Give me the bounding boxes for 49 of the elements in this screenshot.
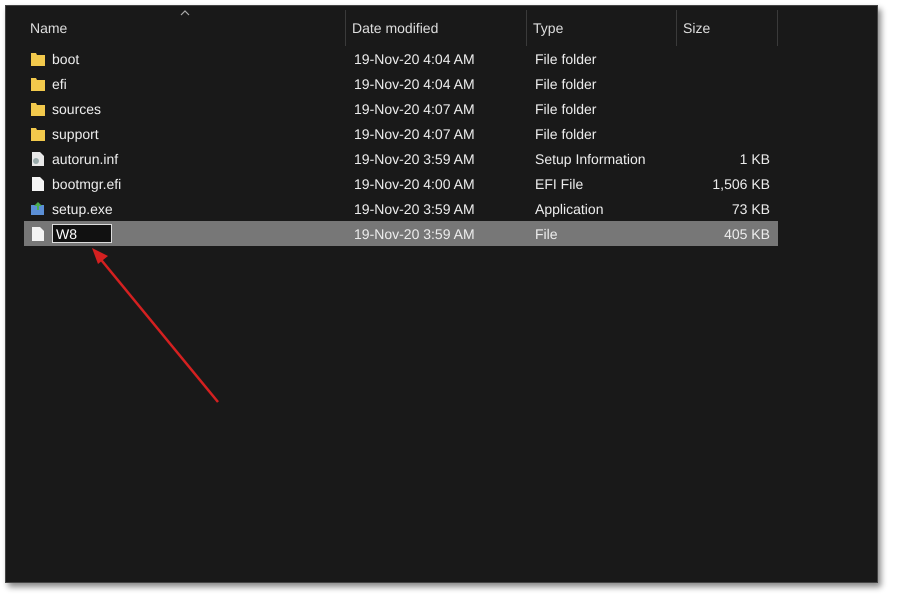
folder-icon — [30, 100, 46, 116]
sort-caret-icon — [180, 10, 190, 16]
file-name: support — [52, 126, 99, 142]
file-name: autorun.inf — [52, 150, 118, 166]
column-header[interactable]: Type — [527, 10, 677, 46]
file-type: File — [535, 226, 558, 242]
date-modified: 19-Nov-20 3:59 AM — [354, 200, 475, 216]
file-row[interactable]: setup.exe 19-Nov-20 3:59 AM Application 73 KB — [24, 196, 778, 221]
date-modified: 19-Nov-20 4:07 AM — [354, 100, 475, 116]
rename-field[interactable]: W8 — [52, 224, 112, 243]
column-header[interactable]: Name — [24, 10, 346, 46]
file-icon — [30, 176, 46, 192]
column-header[interactable]: Size — [677, 10, 778, 46]
file-row[interactable]: bootmgr.efi 19-Nov-20 4:00 AM EFI File 1,506 KB — [24, 171, 778, 196]
settings-file-icon — [30, 150, 46, 166]
file-type: File folder — [535, 50, 596, 66]
file-size: 405 KB — [724, 226, 770, 242]
file-type: File folder — [535, 126, 596, 142]
file-type: File folder — [535, 76, 596, 92]
file-type: File folder — [535, 100, 596, 116]
file-name: bootmgr.efi — [52, 176, 122, 192]
date-modified: 19-Nov-20 3:59 AM — [354, 226, 475, 242]
folder-icon — [30, 126, 46, 142]
application-icon — [30, 200, 46, 216]
column-header[interactable]: Date modified — [346, 10, 527, 46]
file-name: boot — [52, 50, 80, 66]
file-row[interactable]: boot 19-Nov-20 4:04 AM File folder — [24, 46, 778, 71]
date-modified: 19-Nov-20 3:59 AM — [354, 150, 475, 166]
file-icon — [30, 226, 46, 242]
file-row[interactable]: efi 19-Nov-20 4:04 AM File folder — [24, 71, 778, 96]
folder-icon — [30, 50, 46, 66]
file-name: efi — [52, 76, 67, 92]
file-row[interactable]: support 19-Nov-20 4:07 AM File folder — [24, 121, 778, 146]
date-modified: 19-Nov-20 4:04 AM — [354, 50, 475, 66]
file-size: 1,506 KB — [712, 176, 770, 192]
file-size: 73 KB — [732, 200, 770, 216]
file-row[interactable]: autorun.inf 19-Nov-20 3:59 AM Setup Information 1 KB — [24, 146, 778, 171]
date-modified: 19-Nov-20 4:04 AM — [354, 76, 475, 92]
file-type: Setup Information — [535, 150, 646, 166]
folder-icon — [30, 76, 46, 92]
file-type: EFI File — [535, 176, 584, 192]
file-name: setup.exe — [52, 200, 113, 216]
file-name: sources — [52, 100, 102, 116]
file-row[interactable]: sources 19-Nov-20 4:07 AM File folder — [24, 96, 778, 121]
file-size: 1 KB — [740, 150, 770, 166]
file-row[interactable]: W8 19-Nov-20 3:59 AM File 405 KB — [24, 221, 778, 246]
file-type: Application — [535, 200, 604, 216]
date-modified: 19-Nov-20 4:00 AM — [354, 176, 475, 192]
date-modified: 19-Nov-20 4:07 AM — [354, 126, 475, 142]
